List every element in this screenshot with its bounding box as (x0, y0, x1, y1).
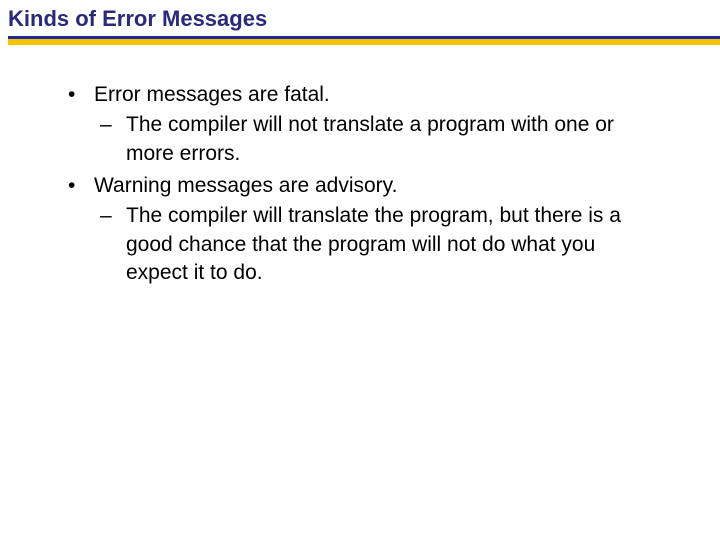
list-item: The compiler will not translate a progra… (94, 111, 660, 168)
bullet-text: Error messages are fatal. (94, 83, 330, 106)
list-item: Warning messages are advisory. The compi… (60, 172, 660, 287)
list-item: Error messages are fatal. The compiler w… (60, 81, 660, 168)
content-area: Error messages are fatal. The compiler w… (0, 45, 720, 287)
title-block: Kinds of Error Messages (0, 0, 720, 45)
bullet-list: Error messages are fatal. The compiler w… (60, 81, 660, 287)
sub-bullet-text: The compiler will translate the program,… (126, 204, 621, 284)
page-title: Kinds of Error Messages (8, 6, 720, 32)
bullet-text: Warning messages are advisory. (94, 174, 397, 197)
list-item: The compiler will translate the program,… (94, 202, 660, 287)
sub-bullet-text: The compiler will not translate a progra… (126, 113, 614, 164)
slide: Kinds of Error Messages Error messages a… (0, 0, 720, 540)
sub-list: The compiler will not translate a progra… (94, 111, 660, 168)
sub-list: The compiler will translate the program,… (94, 202, 660, 287)
